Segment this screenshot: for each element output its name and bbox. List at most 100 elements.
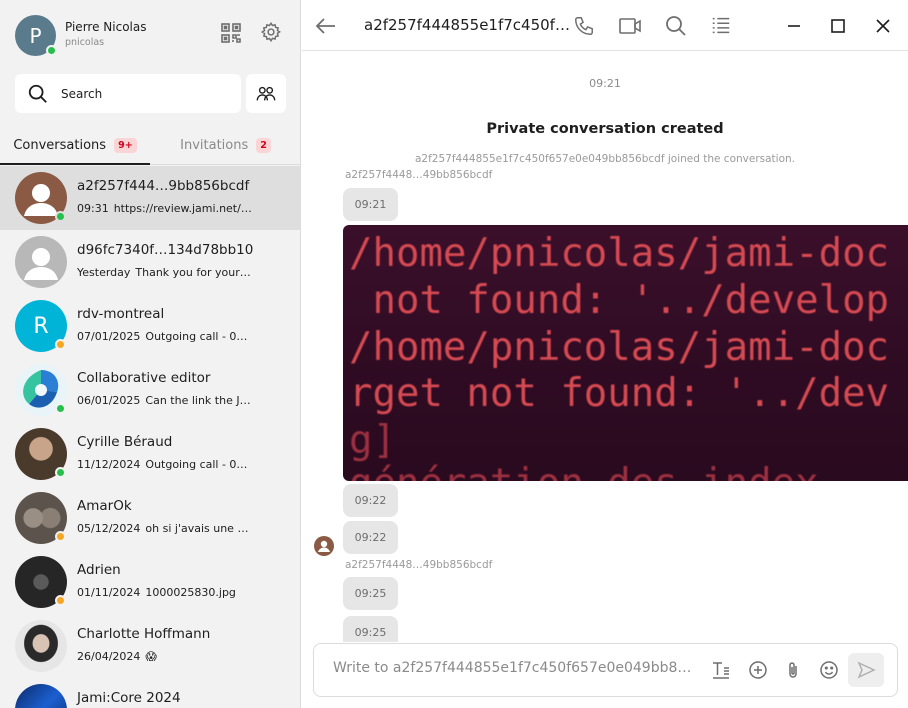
conversation-date: 09:31 xyxy=(77,202,109,215)
chat-title: a2f257f444855e1f7c450f… xyxy=(364,16,570,34)
member-joined-notice: a2f257f444855e1f7c450f657e0e049bb856bcdf… xyxy=(415,153,795,165)
presence-indicator xyxy=(55,595,66,606)
message-time: 09:25 xyxy=(354,587,387,600)
sender-avatar-icon xyxy=(314,536,334,556)
default-avatar xyxy=(15,236,67,288)
conversation-item[interactable]: R rdv-montreal 07/01/2025 Outgoing call -… xyxy=(0,294,300,358)
conversation-item[interactable]: Charlotte Hoffmann 26/04/2024 😱 xyxy=(0,614,300,678)
search-messages-button[interactable] xyxy=(662,12,690,40)
conversation-date: 11/12/2024 xyxy=(77,458,141,471)
add-button[interactable] xyxy=(746,658,770,682)
send-icon xyxy=(857,661,876,679)
conversation-title: a2f257f444…9bb856bcdf xyxy=(77,178,250,194)
user-silhouette-icon xyxy=(24,248,58,280)
tab-label: Invitations xyxy=(180,138,249,153)
people-icon xyxy=(256,86,276,100)
chat-header: a2f257f444855e1f7c450f… xyxy=(302,0,908,51)
last-message: 😱 xyxy=(145,650,157,663)
back-button[interactable] xyxy=(312,12,340,40)
conversation-item[interactable]: Collaborative editor 06/01/2025 Can the l… xyxy=(0,358,300,422)
last-message: Can the link the J… xyxy=(145,394,251,407)
presence-indicator xyxy=(55,467,66,478)
gear-icon xyxy=(260,21,281,43)
message-list[interactable]: 09:21 Private conversation created a2f25… xyxy=(302,52,908,642)
conversation-date: 01/11/2024 xyxy=(77,586,141,599)
minimize-button[interactable] xyxy=(780,12,808,40)
image-message[interactable]: /home/pnicolas/jami-doc not found: '../d… xyxy=(343,225,908,481)
conversation-title: Adrien xyxy=(77,562,121,578)
chat-panel: a2f257f444855e1f7c450f… 09:21 Private co… xyxy=(302,0,908,708)
conversation-tabs: Conversations 9+ Invitations 2 xyxy=(0,127,300,165)
tab-invitations[interactable]: Invitations 2 xyxy=(150,127,300,165)
close-button[interactable] xyxy=(869,12,897,40)
last-message: oh si j'avais une q… xyxy=(145,522,252,535)
photo-avatar xyxy=(15,684,67,708)
conversation-preview: 01/11/2024 1000025830.jpg xyxy=(77,586,252,599)
tab-conversations[interactable]: Conversations 9+ xyxy=(0,127,150,165)
conversation-item[interactable]: d96fc7340f…134d78bb10 Yesterday Thank you… xyxy=(0,230,300,294)
conversation-preview: 26/04/2024 😱 xyxy=(77,650,252,663)
conversation-item[interactable]: Cyrille Béraud 11/12/2024 Outgoing call -… xyxy=(0,422,300,486)
message-bubble[interactable]: 09:25 xyxy=(343,577,398,610)
last-message: Thank you for your … xyxy=(135,266,252,279)
audio-call-button[interactable] xyxy=(570,12,598,40)
conversation-item[interactable]: Jami:Core 2024 xyxy=(0,678,300,708)
profile-header: P Pierre Nicolas pnicolas xyxy=(0,0,300,64)
maximize-icon xyxy=(831,19,845,33)
conversation-item[interactable]: Adrien 01/11/2024 1000025830.jpg xyxy=(0,550,300,614)
presence-indicator xyxy=(55,211,66,222)
image-text-line: rget not found: '../dev xyxy=(349,371,890,416)
message-bubble[interactable]: 09:21 xyxy=(343,188,398,221)
text-format-button[interactable] xyxy=(709,658,733,682)
conversation-item[interactable]: a2f257f444…9bb856bcdf 09:31 https://revie… xyxy=(0,166,300,230)
invitations-badge: 2 xyxy=(256,138,271,153)
video-camera-icon xyxy=(619,18,641,34)
last-message: Outgoing call - 0… xyxy=(145,330,248,343)
conversation-title: d96fc7340f…134d78bb10 xyxy=(77,242,254,258)
message-input[interactable] xyxy=(333,660,693,676)
send-button[interactable] xyxy=(848,653,884,687)
presence-indicator xyxy=(55,403,66,414)
search-input[interactable] xyxy=(61,86,221,101)
message-composer xyxy=(313,643,898,697)
presence-indicator xyxy=(55,531,66,542)
message-time: 09:22 xyxy=(354,494,387,507)
image-text-line: g] xyxy=(349,418,396,463)
conversation-title: AmarOk xyxy=(77,498,132,514)
new-group-button[interactable] xyxy=(246,74,286,113)
conversation-date: 06/01/2025 xyxy=(77,394,141,407)
maximize-button[interactable] xyxy=(824,12,852,40)
close-icon xyxy=(876,19,890,33)
conversation-preview: 07/01/2025 Outgoing call - 0… xyxy=(77,330,252,343)
profile-username: pnicolas xyxy=(65,37,105,48)
message-bubble[interactable]: 09:22 xyxy=(343,484,398,517)
phone-icon xyxy=(575,17,593,35)
qr-code-button[interactable] xyxy=(218,20,244,46)
minimize-icon xyxy=(788,25,800,27)
add-circle-icon xyxy=(749,661,767,679)
details-list-icon xyxy=(712,17,730,34)
message-time: 09:22 xyxy=(354,531,387,544)
sender-name: a2f257f4448…49bb856bcdf xyxy=(345,559,493,571)
conversation-title: Collaborative editor xyxy=(77,370,211,386)
last-message: 1000025830.jpg xyxy=(145,586,236,599)
avatar-initial: P xyxy=(29,23,42,48)
conversation-item[interactable]: AmarOk 05/12/2024 oh si j'avais une q… xyxy=(0,486,300,550)
tab-label: Conversations xyxy=(13,137,107,153)
conversation-details-button[interactable] xyxy=(707,12,735,40)
message-time: 09:25 xyxy=(354,626,387,639)
conversation-preview: 09:31 https://review.jami.net/… xyxy=(77,202,252,215)
settings-button[interactable] xyxy=(257,18,285,46)
presence-indicator xyxy=(46,45,57,56)
video-call-button[interactable] xyxy=(616,12,644,40)
message-bubble[interactable]: 09:22 xyxy=(343,521,398,554)
unread-badge: 9+ xyxy=(114,137,137,153)
conversation-date: Yesterday xyxy=(77,266,131,279)
paperclip-icon xyxy=(789,662,797,678)
profile-name: Pierre Nicolas xyxy=(65,20,147,34)
emoji-button[interactable] xyxy=(817,658,841,682)
search-box[interactable] xyxy=(15,74,241,113)
message-bubble[interactable]: 09:25 xyxy=(343,616,398,642)
attach-file-button[interactable] xyxy=(781,658,805,682)
conversation-preview: 11/12/2024 Outgoing call - 0… xyxy=(77,458,252,471)
